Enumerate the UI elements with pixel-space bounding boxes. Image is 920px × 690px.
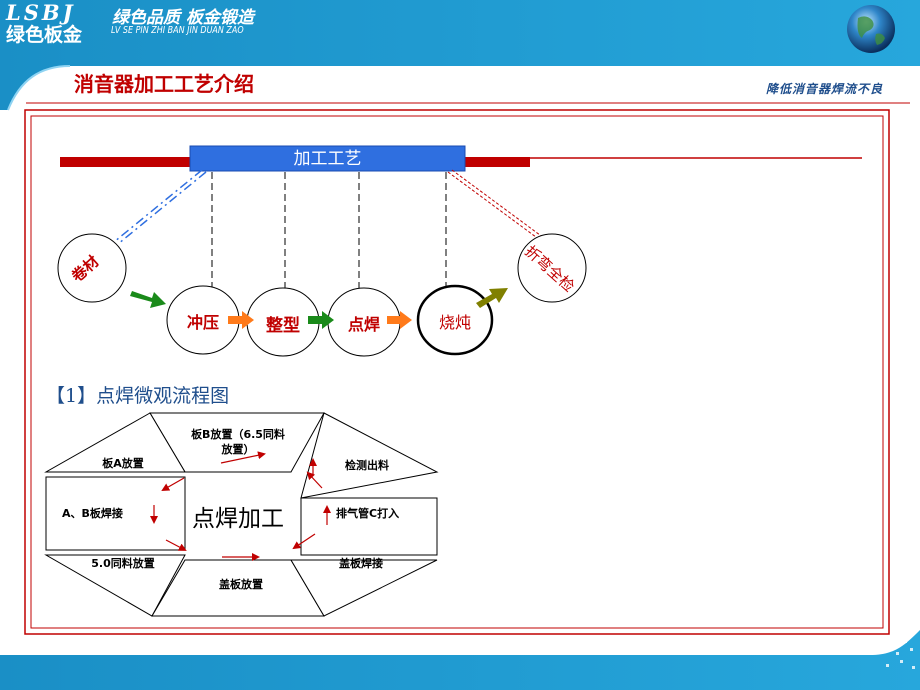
globe-icon [847, 5, 895, 53]
segment-upper-right-label: 检测出料 [345, 459, 389, 472]
segment-left-label: A、B板焊接 [62, 507, 123, 520]
segment-upper-left-label: 板A放置 [102, 457, 144, 470]
hub-label: 加工工艺 [293, 149, 362, 169]
segment-lower-left-label: 5.0同料放置 [91, 557, 155, 570]
section-heading: 【1】点焊微观流程图 [46, 385, 230, 407]
segment-right-label: 排气管C打入 [336, 507, 400, 520]
hub-connectors [211, 172, 447, 290]
brand-name-cn: 绿色板金 [6, 24, 83, 46]
subtitle: 降低消音器焊流不良 [766, 82, 884, 96]
segment-upper-right [300, 412, 439, 499]
start-connector [113, 169, 207, 245]
footer-banner [0, 630, 920, 690]
step-label-1: 冲压 [186, 313, 219, 332]
page-title: 消音器加工工艺介绍 [74, 72, 254, 96]
step-label-2: 整型 [266, 316, 300, 336]
segment-lower-right-label: 盖板焊接 [339, 557, 383, 570]
slide-canvas [0, 0, 920, 690]
segment-top-label: 板B放置（6.5同料放置） [191, 428, 285, 456]
octagon-center-label: 点焊加工 [192, 506, 284, 532]
step-label-4: 烧炖 [438, 313, 471, 332]
segment-bottom-label: 盖板放置 [219, 578, 263, 591]
step-label-3: 点焊 [347, 315, 380, 334]
end-connector [447, 169, 545, 241]
brand-pinyin: LV SE PIN ZHI BAN JIN DUAN ZAO [111, 25, 244, 36]
